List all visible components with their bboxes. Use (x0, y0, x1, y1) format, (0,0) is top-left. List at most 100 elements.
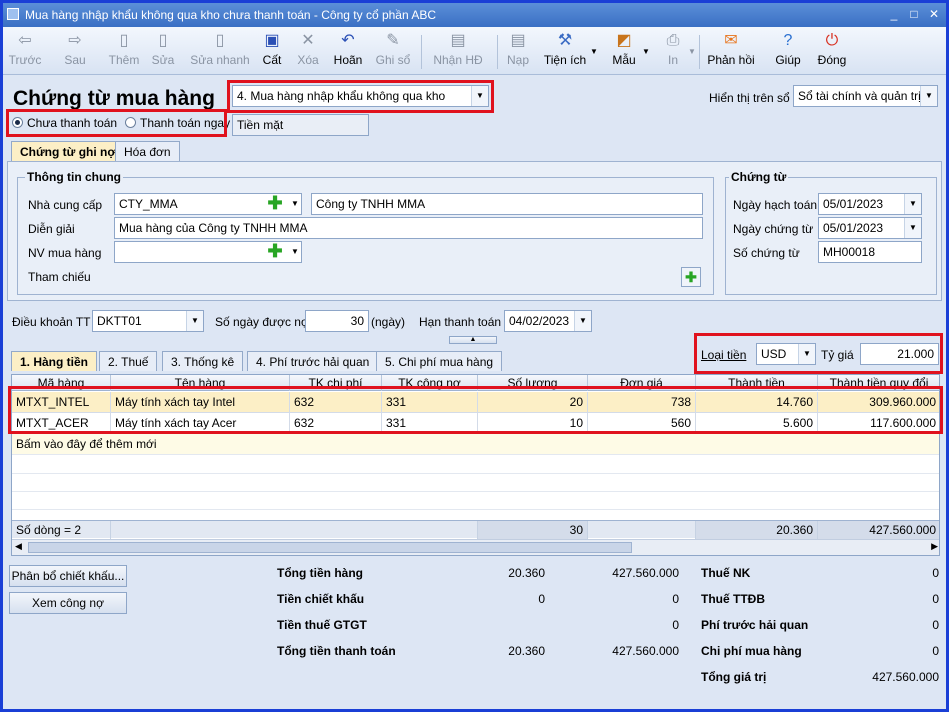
description-input[interactable]: Mua hàng của Công ty TNHH MMA (114, 217, 703, 239)
arrow-left-icon: ⇦ (18, 32, 32, 49)
utilities-button[interactable]: ⚒ Tiện ích (543, 31, 587, 73)
tab-customs-fee[interactable]: 4. Phí trước hải quan (247, 351, 379, 371)
app-icon (7, 8, 19, 20)
purchase-cost-label: Chi phí mua hàng (701, 644, 802, 658)
new-document-icon: ▯ (119, 32, 129, 49)
days-unit-label: (ngày) (371, 315, 406, 329)
undo-button[interactable]: ↶ Hoãn (331, 31, 365, 73)
title-bar: Mua hàng nhập khẩu không qua kho chưa th… (3, 3, 946, 27)
edit-button[interactable]: ▯ Sửa (149, 31, 177, 73)
footer-spacer (111, 521, 478, 539)
scrollbar-thumb[interactable] (28, 542, 632, 553)
empty-row (12, 492, 939, 510)
quick-edit-button[interactable]: ▯ Sửa nhanh (189, 31, 251, 73)
close-window-button[interactable]: ✕ (925, 6, 943, 22)
template-button[interactable]: ◩ Mẫu (609, 31, 639, 73)
tab-purchase-cost[interactable]: 5. Chi phí mua hàng (376, 351, 503, 371)
template-icon: ◩ (616, 32, 632, 49)
help-button[interactable]: ? Giúp (773, 31, 803, 73)
supplier-name-input[interactable]: Công ty TNHH MMA (311, 193, 703, 215)
grid-footer: Số dòng = 2 30 20.360 427.560.000 (12, 520, 939, 539)
maximize-button[interactable]: □ (905, 6, 923, 22)
toolbar-separator (421, 35, 422, 69)
description-label: Diễn giải (28, 222, 75, 236)
undo-icon: ↶ (341, 32, 355, 49)
tab-invoice[interactable]: Hóa đơn (115, 141, 180, 161)
toolbar-separator (497, 35, 498, 69)
goods-total-fc: 20.360 (508, 566, 545, 580)
back-button[interactable]: ⇦ Trước (7, 31, 43, 73)
goods-total-vnd: 427.560.000 (612, 566, 679, 580)
add-reference-icon[interactable]: ✚ (681, 267, 701, 287)
excise-tax-label: Thuế TTĐB (701, 592, 765, 606)
highlight-grid-rows (8, 386, 943, 434)
chevron-down-icon[interactable]: ▼ (289, 243, 301, 261)
voucher-date-label: Ngày chứng từ (733, 222, 814, 236)
due-date-input[interactable]: 04/02/2023 ▼ (504, 310, 592, 332)
customs-fee-value: 0 (932, 618, 939, 632)
credit-days-input[interactable]: 30 (305, 310, 369, 332)
minimize-button[interactable]: _ (885, 6, 903, 22)
feedback-button[interactable]: ✉ Phản hồi (705, 31, 757, 73)
delete-icon: ✕ (301, 32, 315, 49)
power-icon: ⏻ (825, 32, 839, 49)
discount-label: Tiền chiết khấu (277, 592, 365, 606)
print-dropdown-icon[interactable]: ▼ (687, 47, 697, 89)
chevron-down-icon: ▼ (920, 86, 937, 106)
tab-tax[interactable]: 2. Thuế (99, 351, 158, 371)
envelope-icon: ✉ (724, 32, 738, 49)
add-row-hint[interactable]: Bấm vào đây để thêm mới (12, 434, 312, 455)
empty-row (12, 474, 939, 492)
voucher-date-input[interactable]: 05/01/2023 ▼ (818, 217, 922, 239)
print-button[interactable]: ⎙ In (661, 31, 685, 73)
post-button[interactable]: ✎ Ghi sổ (375, 31, 411, 73)
row-count: Số dòng = 2 (12, 521, 111, 539)
empty-row (12, 456, 939, 474)
page-title: Chứng từ mua hàng (13, 87, 215, 110)
arrow-right-icon: ⇨ (68, 32, 82, 49)
add-button[interactable]: ▯ Thêm (107, 31, 141, 73)
chevron-down-icon[interactable]: ▼ (289, 195, 301, 213)
allocate-discount-button[interactable]: Phân bổ chiết khấu... (9, 565, 127, 587)
total-value: 427.560.000 (872, 670, 939, 684)
close-button[interactable]: ⏻ Đóng (815, 31, 849, 73)
utilities-dropdown-icon[interactable]: ▼ (589, 47, 599, 89)
display-label: Hiển thị trên sổ (709, 91, 790, 105)
import-tax-label: Thuế NK (701, 566, 751, 580)
tab-debt-voucher[interactable]: Chứng từ ghi nợ (11, 141, 125, 161)
save-button[interactable]: ▣ Cất (259, 31, 285, 73)
forward-button[interactable]: ⇨ Sau (59, 31, 91, 73)
horizontal-scrollbar[interactable]: ◀ ▶ (12, 539, 939, 555)
discount-fc: 0 (538, 592, 545, 606)
chevron-down-icon: ▼ (186, 311, 203, 331)
voucher-no-input[interactable]: MH00018 (818, 241, 922, 263)
display-book-select[interactable]: Sổ tài chính và quản trị ▼ (793, 85, 938, 107)
edit-document-icon: ▯ (158, 32, 168, 49)
collapse-toggle-icon[interactable]: ▲ (449, 336, 497, 344)
template-dropdown-icon[interactable]: ▼ (641, 47, 651, 89)
total-value-label: Tổng giá trị (701, 670, 767, 684)
delete-button[interactable]: ✕ Xóa (295, 31, 321, 73)
scroll-left-icon[interactable]: ◀ (15, 541, 22, 552)
tab-goods-money[interactable]: 1. Hàng tiền (11, 351, 98, 371)
load-button[interactable]: ▤ Nạp (505, 31, 531, 73)
discount-vnd: 0 (672, 592, 679, 606)
reference-label: Tham chiếu (28, 270, 91, 284)
add-buyer-icon[interactable]: ✚ (266, 242, 284, 261)
payment-terms-select[interactable]: DKTT01 ▼ (92, 310, 204, 332)
add-row[interactable]: Bấm vào đây để thêm mới (12, 434, 939, 455)
highlight-purchase-type (227, 80, 494, 113)
payment-total-label: Tổng tiền thanh toán (277, 644, 396, 658)
due-date-label: Hạn thanh toán (419, 315, 502, 329)
payment-terms-label: Điều khoản TT (12, 315, 91, 329)
receive-invoice-button[interactable]: ▤ Nhận HĐ (431, 31, 485, 73)
posting-date-label: Ngày hạch toán (733, 198, 818, 212)
supplier-label: Nhà cung cấp (28, 198, 103, 212)
window-title: Mua hàng nhập khẩu không qua kho chưa th… (25, 8, 436, 22)
voucher-title: Chứng từ (729, 170, 789, 184)
add-supplier-icon[interactable]: ✚ (266, 194, 284, 213)
tab-statistics[interactable]: 3. Thống kê (162, 351, 244, 371)
view-debt-button[interactable]: Xem công nợ (9, 592, 127, 614)
posting-date-input[interactable]: 05/01/2023 ▼ (818, 193, 922, 215)
scroll-right-icon[interactable]: ▶ (931, 541, 938, 552)
